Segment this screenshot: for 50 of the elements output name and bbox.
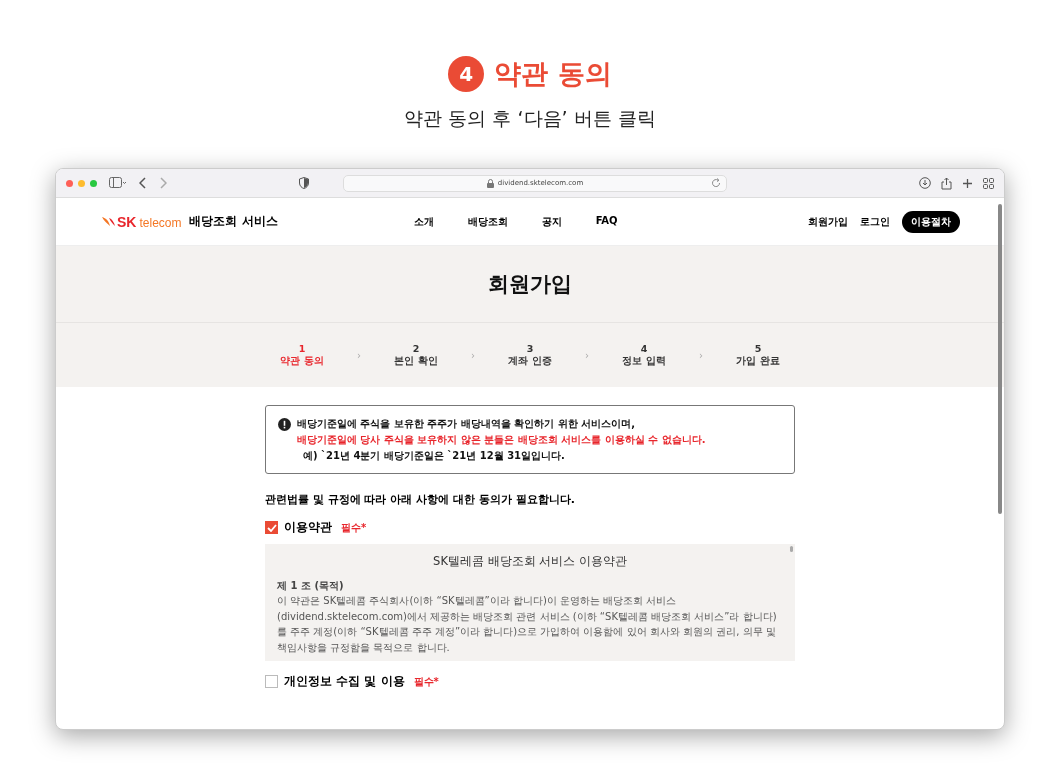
step-item: 3 계좌 인증 bbox=[507, 343, 553, 367]
nav-link[interactable]: FAQ bbox=[595, 214, 618, 229]
nav-link[interactable]: 회원가입 bbox=[808, 214, 848, 229]
reload-icon[interactable] bbox=[711, 178, 721, 188]
close-icon[interactable] bbox=[66, 179, 73, 187]
required-label: 필수* bbox=[413, 674, 439, 689]
step-item: 1 약관 동의 bbox=[279, 343, 325, 367]
share-icon[interactable] bbox=[941, 176, 952, 190]
notice-text: 배당기준일에 주식을 보유한 주주가 배당내역을 확인하기 위한 서비스이며, bbox=[297, 417, 636, 431]
scrollbar-thumb[interactable] bbox=[998, 204, 1002, 514]
plus-icon[interactable] bbox=[962, 177, 973, 189]
lock-icon bbox=[486, 178, 494, 188]
terms-title: SK텔레콤 배당조회 서비스 이용약관 bbox=[432, 553, 628, 570]
shield-icon[interactable] bbox=[299, 177, 309, 189]
agreement-label: 개인정보 수집 및 이용 bbox=[284, 673, 405, 690]
example-text: 예) `21년 4분기 배당기준일은 `21년 12월 31일입니다. bbox=[302, 449, 566, 463]
section-title: 약관 동의 bbox=[494, 57, 612, 91]
terms-text: 이 약관은 SK텔레콤 주식회사(이하 “SK텔레콤”이라 합니다)이 운영하는 배당조회 서비스 (dividend.sktelecom.com)에서 제공하는 배당조회 관련 서비스 (이하 “SK텔레콤 배당조회 서비스”라 합니다)를 주주 계정(이하 “SK텔레콤 주주 계정”이라 합니다)으로 가입하여 이용함에 있어 회사와 회원의 권리, 의무 및 책임사항을 규정함을 목적으로 합니다. bbox=[277, 594, 778, 655]
step-item: 4 정보 입력 bbox=[621, 343, 667, 367]
step-item: 5 가입 완료 bbox=[735, 343, 781, 367]
article-heading: 제 1 조 (목적) bbox=[277, 579, 345, 593]
nav-link[interactable]: 소개 bbox=[413, 214, 434, 229]
nav-link[interactable]: 공지 bbox=[541, 214, 562, 229]
service-name: 배당조회 서비스 bbox=[189, 213, 278, 230]
chevron-text: › bbox=[699, 349, 703, 361]
tab-grid-icon[interactable] bbox=[983, 177, 994, 189]
nav-link[interactable]: 배당조회 bbox=[467, 214, 508, 229]
logo[interactable]: SK telecom bbox=[100, 213, 182, 230]
section-subtitle: 약관 동의 후 ‘다음’ 버튼 클릭 bbox=[404, 106, 656, 131]
checkbox[interactable] bbox=[265, 521, 278, 534]
checkbox[interactable] bbox=[265, 675, 278, 688]
exclamation-icon bbox=[278, 417, 291, 431]
required-label: 필수* bbox=[341, 520, 367, 535]
chevron-text: › bbox=[585, 349, 589, 361]
agreement-label: 이용약관 bbox=[284, 519, 332, 536]
forward-icon[interactable] bbox=[159, 177, 167, 189]
page-title: 회원가입 bbox=[488, 271, 572, 298]
chevron-text: › bbox=[471, 349, 475, 361]
step-item: 2 본인 확인 bbox=[393, 343, 439, 367]
nav-link[interactable]: 로그인 bbox=[860, 214, 890, 229]
back-icon[interactable] bbox=[139, 177, 147, 189]
scrollbar-thumb[interactable] bbox=[790, 546, 793, 552]
chevron-text: › bbox=[357, 349, 361, 361]
warning-text: 배당기준일에 당사 주식을 보유하지 않은 분들은 배당조회 서비스를 이용하실 수 없습니다. bbox=[296, 433, 707, 447]
step-number-badge: 4 bbox=[448, 56, 485, 92]
sidebar-icon[interactable] bbox=[109, 177, 127, 189]
guide-button[interactable]: 이용절차 bbox=[902, 210, 960, 233]
intro-text: 관련법률 및 규정에 따라 아래 사항에 대한 동의가 필요합니다. bbox=[265, 492, 576, 507]
download-icon[interactable] bbox=[919, 177, 931, 189]
maximize-icon[interactable] bbox=[90, 179, 97, 187]
